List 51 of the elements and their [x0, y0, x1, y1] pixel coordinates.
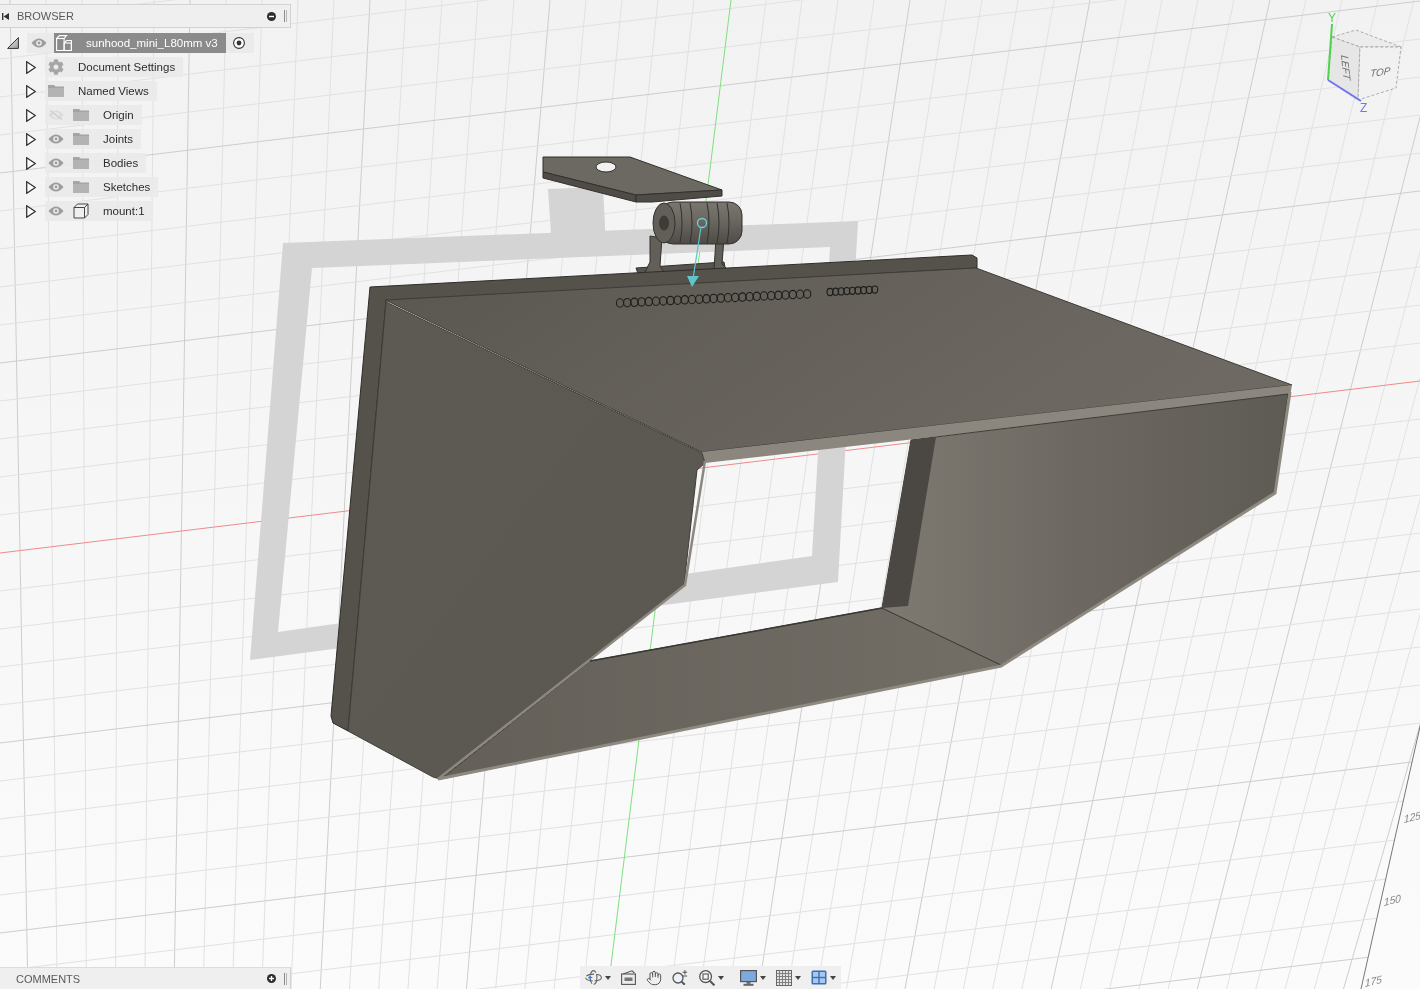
fit-button[interactable]	[697, 967, 726, 988]
grid-scale-label: 175	[1364, 972, 1383, 989]
grid-icon[interactable]	[776, 969, 792, 986]
expand-arrow-icon[interactable]	[26, 84, 36, 98]
minus-circle-icon[interactable]	[267, 11, 276, 21]
folder-icon	[73, 157, 89, 169]
browser-tree-item[interactable]: Named Views	[45, 81, 157, 101]
expand-arrow-icon[interactable]	[26, 60, 36, 74]
expand-arrow-icon[interactable]	[26, 132, 36, 146]
collapse-arrow-icon[interactable]	[7, 37, 19, 49]
add-circle-icon[interactable]	[267, 974, 276, 983]
box-icon	[73, 203, 89, 219]
browser-tree-item[interactable]: Joints	[45, 129, 142, 149]
expand-arrow-icon[interactable]	[26, 204, 36, 218]
view-cube-face[interactable]: TOP	[1357, 46, 1402, 101]
browser-tree-item[interactable]: Sketches	[45, 177, 159, 197]
panel-grip-icon[interactable]	[284, 972, 287, 985]
axis-label: Y	[1328, 11, 1336, 25]
browser-tree-item[interactable]: Bodies	[45, 153, 147, 173]
folder-icon	[73, 133, 89, 145]
expand-arrow-icon[interactable]	[26, 156, 36, 170]
expand-arrow-icon[interactable]	[26, 108, 36, 122]
grid-scale-label: 125	[1403, 808, 1420, 825]
grid-scale-label: 150	[1383, 891, 1402, 908]
boxes-icon	[56, 35, 72, 51]
display-settings-button[interactable]	[738, 967, 768, 988]
caret-icon[interactable]	[760, 975, 766, 980]
orbit-icon[interactable]	[585, 970, 602, 985]
view-cube-face[interactable]: LEFT	[1327, 36, 1361, 101]
monitor-icon[interactable]	[740, 969, 757, 986]
panel-title: BROWSER	[17, 10, 75, 22]
joint-axis-arrow	[687, 217, 708, 287]
browser-tree-item[interactable]: Document Settings	[45, 57, 184, 77]
orbit-button[interactable]	[583, 967, 613, 988]
caret-icon[interactable]	[718, 975, 724, 980]
folder-icon	[73, 181, 89, 193]
browser-tree-item[interactable]: Origin	[45, 105, 142, 125]
browser-tree-item[interactable]: mount:1	[45, 201, 153, 221]
folder-icon	[73, 109, 89, 121]
panel-grip-icon[interactable]	[284, 10, 287, 22]
caret-icon[interactable]	[605, 975, 611, 980]
skip-left-icon[interactable]	[2, 12, 9, 20]
radio-icon[interactable]	[232, 37, 245, 49]
axis-label: Z	[1360, 101, 1368, 115]
expand-arrow-icon[interactable]	[26, 180, 36, 194]
caret-icon[interactable]	[795, 975, 801, 980]
gear-icon	[48, 59, 64, 75]
panel-title: COMMENTS	[16, 972, 82, 985]
grid-settings-button[interactable]	[774, 967, 803, 988]
folder-icon	[48, 85, 64, 97]
caret-icon[interactable]	[830, 975, 836, 980]
